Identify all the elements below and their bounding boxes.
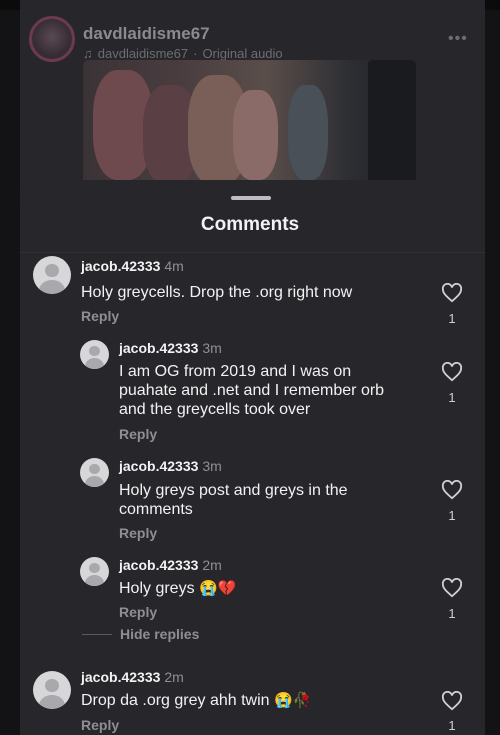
music-note-icon: ♫: [83, 46, 93, 61]
comment-text: Drop da .org grey ahh twin 😭🥀: [81, 691, 311, 710]
comment-timestamp: 4m: [164, 258, 184, 274]
reel-video-frame[interactable]: [83, 60, 416, 185]
reel-author-username[interactable]: davdlaidisme67: [83, 24, 210, 44]
like-count: 1: [448, 606, 456, 621]
like-count: 1: [448, 718, 456, 733]
like-count: 1: [448, 508, 456, 523]
comment-timestamp: 3m: [202, 340, 222, 356]
comment-timestamp: 2m: [164, 669, 184, 685]
sheet-divider: [20, 252, 485, 253]
reel-author-avatar[interactable]: [29, 16, 75, 62]
like-count: 1: [448, 390, 456, 405]
comment-text: Holy greycells. Drop the .org right now: [81, 284, 353, 301]
comment-username[interactable]: jacob.42333 3m: [119, 458, 222, 474]
avatar[interactable]: [80, 557, 109, 586]
hide-replies-button[interactable]: Hide replies: [120, 626, 199, 642]
sheet-grabber-handle[interactable]: [231, 196, 271, 200]
comment-text: Holy greys post and greys in the comment…: [119, 481, 348, 519]
comment-username[interactable]: jacob.42333 2m: [119, 557, 222, 573]
photo-figure: [233, 90, 278, 180]
reply-button[interactable]: Reply: [119, 426, 157, 442]
reply-button[interactable]: Reply: [119, 604, 157, 620]
crying-broken-heart-emoji: 😭💔: [199, 580, 237, 597]
reply-button[interactable]: Reply: [81, 308, 119, 324]
reel-audio-row[interactable]: ♫ davdlaidisme67 · Original audio: [83, 46, 283, 61]
audio-separator: ·: [193, 46, 198, 61]
heart-outline-icon[interactable]: [441, 362, 463, 382]
comment-text-line: and the greycells took over: [119, 401, 311, 418]
comment-timestamp: 3m: [202, 458, 222, 474]
more-dots-icon[interactable]: •••: [448, 30, 468, 48]
photo-doorway: [368, 60, 416, 185]
comment-text-body: Drop da .org grey ahh twin: [81, 692, 270, 709]
like-count: 1: [448, 311, 456, 326]
heart-outline-icon[interactable]: [441, 283, 463, 303]
heart-outline-icon[interactable]: [441, 578, 463, 598]
hide-replies-line: [82, 634, 112, 635]
comment-username[interactable]: jacob.42333 3m: [119, 340, 222, 356]
heart-outline-icon[interactable]: [441, 691, 463, 711]
avatar[interactable]: [80, 458, 109, 487]
audio-label: Original audio: [202, 46, 283, 61]
heart-outline-icon[interactable]: [441, 480, 463, 500]
comment-text-line: comments: [119, 501, 193, 518]
comment-text: Holy greys 😭💔: [119, 579, 236, 598]
comment-text-body: Holy greys: [119, 580, 195, 597]
comment-username[interactable]: jacob.42333 4m: [81, 258, 184, 274]
app-frame: davdlaidisme67 ♫ davdlaidisme67 · Origin…: [0, 0, 500, 735]
comment-text-line: puahate and .net and I remember orb: [119, 382, 385, 399]
sheet-title: Comments: [200, 214, 300, 235]
avatar[interactable]: [33, 256, 71, 294]
audio-author: davdlaidisme67: [97, 46, 189, 61]
comment-timestamp: 2m: [202, 557, 222, 573]
avatar[interactable]: [33, 671, 71, 709]
comment-text-line: Holy greys post and greys in the: [119, 482, 348, 499]
comment-username[interactable]: jacob.42333 2m: [81, 669, 184, 685]
avatar[interactable]: [80, 340, 109, 369]
crying-wilted-rose-emoji: 😭🥀: [274, 692, 312, 709]
reply-button[interactable]: Reply: [119, 525, 157, 541]
photo-figure: [288, 85, 328, 180]
comment-text-line: I am OG from 2019 and I was on: [119, 363, 352, 380]
reply-button[interactable]: Reply: [81, 717, 119, 733]
comment-text: I am OG from 2019 and I was on puahate a…: [119, 362, 384, 419]
